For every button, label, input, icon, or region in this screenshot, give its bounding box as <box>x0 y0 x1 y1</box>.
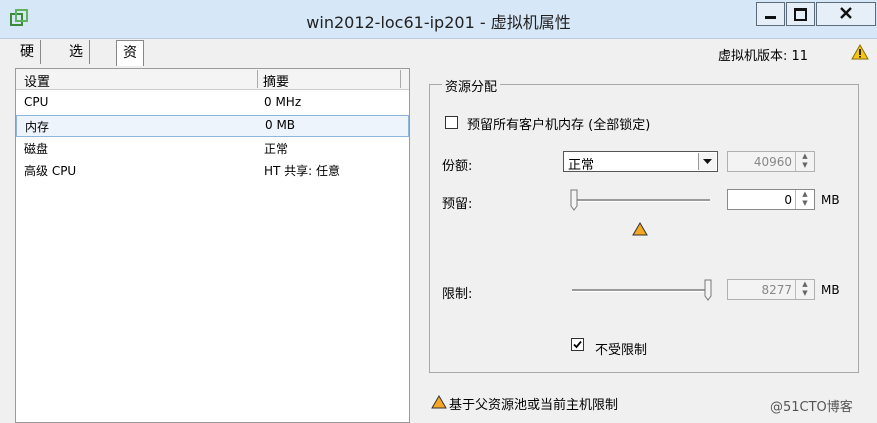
settings-table: 设置 摘要 CPU 0 MHz 内存 0 MB 磁盘 正常 高级 CPU HT … <box>15 68 410 423</box>
row-summary: 0 MHz <box>264 95 302 109</box>
column-header-setting[interactable]: 设置 <box>24 71 50 90</box>
limit-input[interactable]: 8277 ▲ ▼ <box>727 279 815 300</box>
stepper-up-icon[interactable]: ▲ <box>796 152 814 161</box>
tab-hardware[interactable]: 硬件 <box>14 40 41 84</box>
reserve-all-label: 预留所有客户机内存 (全部锁定) <box>467 118 651 133</box>
chevron-down-icon[interactable] <box>698 153 716 170</box>
stepper-down-icon[interactable]: ▼ <box>796 199 814 208</box>
reservation-value: 0 <box>784 193 792 207</box>
warning-icon <box>431 395 447 412</box>
title-bar: win2012-loc61-ip201 - 虚拟机属性 <box>0 0 877 39</box>
reserve-all-checkbox[interactable] <box>445 116 458 129</box>
shares-number-value: 40960 <box>753 155 792 169</box>
reservation-slider-thumb[interactable] <box>570 189 578 211</box>
shares-dropdown[interactable]: 正常 <box>563 151 718 173</box>
reservation-label: 预留: <box>442 197 473 212</box>
table-header: 设置 摘要 <box>16 69 409 90</box>
warning-icon <box>632 222 648 239</box>
reservation-unit: MB <box>821 193 840 207</box>
unlimited-label: 不受限制 <box>595 343 648 358</box>
limit-label: 限制: <box>442 287 473 302</box>
table-row-selected[interactable]: 内存 0 MB <box>16 115 409 137</box>
warning-icon <box>851 43 869 63</box>
shares-label: 份额: <box>442 159 473 174</box>
shares-number-field[interactable]: 40960 ▲ ▼ <box>727 151 815 172</box>
table-row[interactable]: CPU 0 MHz <box>16 92 409 114</box>
stepper-up-icon[interactable]: ▲ <box>796 190 814 199</box>
row-setting: 磁盘 <box>24 142 49 156</box>
table-row[interactable]: 磁盘 正常 <box>16 137 409 159</box>
limit-value: 8277 <box>761 283 792 297</box>
vm-version-label: 虚拟机版本: 11 <box>718 49 809 64</box>
column-header-summary[interactable]: 摘要 <box>263 71 289 90</box>
resource-allocation-title: 资源分配 <box>442 76 501 95</box>
shares-dropdown-value: 正常 <box>568 158 595 173</box>
tab-resources[interactable]: 资源 <box>116 40 144 85</box>
maximize-button[interactable] <box>786 2 815 26</box>
resource-limit-note: 基于父资源池或当前主机限制 <box>449 398 619 413</box>
limit-slider-track[interactable] <box>572 289 710 292</box>
minimize-button[interactable] <box>756 2 785 26</box>
row-setting: CPU <box>24 95 49 109</box>
limit-unit: MB <box>821 283 840 297</box>
column-divider[interactable] <box>257 70 258 88</box>
limit-stepper[interactable]: ▲ ▼ <box>795 280 814 299</box>
reservation-slider-track[interactable] <box>572 199 710 202</box>
row-summary: 正常 <box>264 142 289 156</box>
unlimited-checkbox[interactable] <box>571 338 584 351</box>
stepper-down-icon[interactable]: ▼ <box>796 289 814 298</box>
close-icon <box>839 5 853 24</box>
limit-slider-thumb[interactable] <box>704 279 712 301</box>
row-summary: HT 共享: 任意 <box>264 164 341 178</box>
stepper-up-icon[interactable]: ▲ <box>796 280 814 289</box>
close-button[interactable] <box>816 2 876 26</box>
row-summary: 0 MB <box>265 118 296 132</box>
row-setting: 高级 CPU <box>24 164 77 178</box>
minimize-icon <box>765 16 776 19</box>
stepper-down-icon[interactable]: ▼ <box>796 161 814 170</box>
shares-stepper[interactable]: ▲ ▼ <box>795 152 814 171</box>
row-setting: 内存 <box>25 120 50 134</box>
column-divider[interactable] <box>400 70 401 88</box>
reservation-input[interactable]: 0 ▲ ▼ <box>727 189 815 210</box>
table-row[interactable]: 高级 CPU HT 共享: 任意 <box>16 159 409 181</box>
checkmark-icon <box>573 340 582 349</box>
tab-options[interactable]: 选项 <box>63 40 90 84</box>
reservation-stepper[interactable]: ▲ ▼ <box>795 190 814 209</box>
maximize-icon <box>794 8 807 21</box>
watermark: @51CTO博客 <box>770 400 853 415</box>
window-title: win2012-loc61-ip201 - 虚拟机属性 <box>306 13 571 32</box>
